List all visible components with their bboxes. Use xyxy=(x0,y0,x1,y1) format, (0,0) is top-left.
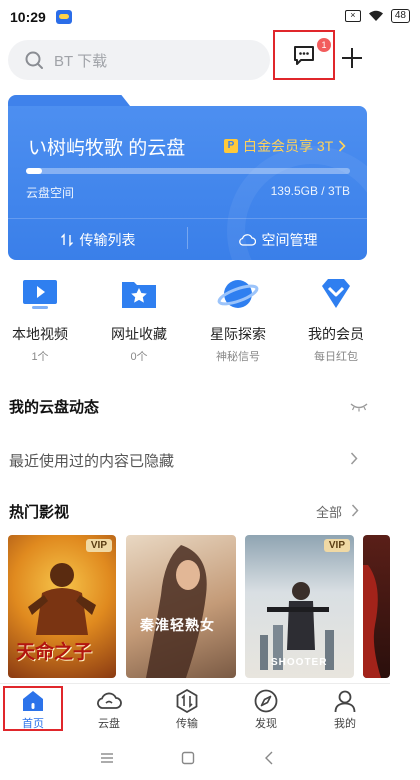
chevron-right-icon[interactable] xyxy=(351,504,359,517)
chevron-right-icon xyxy=(350,452,358,465)
quick-entry-label: 网址收藏 xyxy=(111,326,167,342)
hidden-content-row[interactable]: 最近使用过的内容已隐藏 xyxy=(0,438,370,478)
messages-button[interactable]: 1 xyxy=(273,30,335,80)
cloud-icon xyxy=(97,692,122,709)
add-button[interactable] xyxy=(340,46,364,70)
message-badge: 1 xyxy=(317,38,331,52)
nav-label: 我的 xyxy=(334,718,356,730)
see-all-link[interactable]: 全部 xyxy=(316,502,342,521)
menu-icon[interactable] xyxy=(100,751,114,765)
search-input[interactable]: BT 下载 xyxy=(8,40,270,80)
transfer-arrows-icon xyxy=(60,232,73,247)
movie-poster[interactable]: VIP 天命之子 xyxy=(8,535,116,678)
back-icon[interactable] xyxy=(264,751,274,765)
dynamics-title: 我的云盘动态 xyxy=(9,399,100,416)
space-used: 139.5GB / 3TB xyxy=(270,184,350,198)
cloud-outline-icon xyxy=(238,234,256,246)
space-manage-label: 空间管理 xyxy=(261,231,318,248)
space-usage-bar xyxy=(26,168,350,174)
bookmark-folder-icon xyxy=(122,282,156,308)
wifi-icon xyxy=(368,10,384,22)
status-indicators: × 48 xyxy=(344,9,410,23)
movie-poster[interactable]: VIP SHOOTER xyxy=(245,535,354,678)
hot-movies-title: 热门影视 xyxy=(9,504,70,521)
poster-title: 秦淮轻熟女 xyxy=(140,618,215,634)
search-icon xyxy=(25,51,43,69)
plus-icon xyxy=(342,48,362,68)
vip-promo-link[interactable]: P 白金会员享 3T xyxy=(224,136,346,156)
quick-entry-bookmarks[interactable]: 网址收藏 0个 xyxy=(99,272,179,364)
quick-entry-sub: 每日红包 xyxy=(314,351,358,363)
diamond-icon xyxy=(322,279,350,308)
transfer-list-label: 传输列表 xyxy=(79,231,136,248)
battery-icon: 48 xyxy=(390,9,410,23)
platinum-vip-icon: P xyxy=(224,139,238,153)
sim-off-icon: × xyxy=(344,10,361,22)
nav-transfer[interactable]: 传输 xyxy=(157,688,217,731)
home-square-icon[interactable] xyxy=(181,751,195,765)
search-placeholder: BT 下载 xyxy=(54,52,108,70)
message-icon xyxy=(294,46,314,65)
vip-promo-label: 白金会员享 3T xyxy=(243,138,334,154)
quick-entry-label: 本地视频 xyxy=(12,326,68,342)
system-navigation xyxy=(0,742,390,780)
app-notification-icon xyxy=(56,10,72,24)
chevron-right-icon xyxy=(339,140,346,152)
hidden-eye-icon[interactable] xyxy=(350,401,368,413)
transfer-icon xyxy=(176,688,198,714)
poster-title: 天命之子 xyxy=(16,641,93,663)
local-video-icon xyxy=(23,280,57,309)
status-time: 10:29 xyxy=(10,9,46,25)
nav-cloud[interactable]: 云盘 xyxy=(79,688,139,731)
quick-entry-label: 我的会员 xyxy=(308,326,364,342)
space-usage-fill xyxy=(26,168,43,174)
compass-icon xyxy=(254,689,278,713)
movie-poster[interactable] xyxy=(363,535,390,678)
poster-title: SHOOTER xyxy=(271,657,328,668)
hidden-content-text: 最近使用过的内容已隐藏 xyxy=(9,453,175,470)
vip-tag: VIP xyxy=(323,539,350,552)
planet-icon xyxy=(217,280,259,308)
quick-entry-explore[interactable]: 星际探索 神秘信号 xyxy=(198,272,278,364)
home-highlight-box xyxy=(3,686,63,731)
nav-label: 发现 xyxy=(255,718,277,730)
quick-entry-sub: 神秘信号 xyxy=(216,351,260,363)
nav-profile[interactable]: 我的 xyxy=(315,688,375,731)
quick-entry-sub: 1个 xyxy=(31,351,49,363)
nav-discover[interactable]: 发现 xyxy=(236,688,296,731)
nav-label: 云盘 xyxy=(98,718,120,730)
poster-figure xyxy=(146,545,207,678)
vip-tag: VIP xyxy=(85,539,112,552)
space-label: 云盘空间 xyxy=(26,186,75,200)
transfer-list-button[interactable]: 传输列表 xyxy=(8,219,187,260)
poster-figure xyxy=(363,565,381,678)
quick-entry-sub: 0个 xyxy=(130,351,148,363)
profile-icon xyxy=(334,690,356,713)
status-bar: 10:29 × 48 xyxy=(0,0,420,34)
cloud-space-card[interactable]: い树屿牧歌 的云盘 P 白金会员享 3T 云盘空间 139.5GB / 3TB … xyxy=(8,106,367,260)
cloud-title: い树屿牧歌 的云盘 xyxy=(28,138,186,159)
quick-entry-local-video[interactable]: 本地视频 1个 xyxy=(0,272,80,364)
quick-entry-label: 星际探索 xyxy=(210,326,266,342)
space-manage-button[interactable]: 空间管理 xyxy=(188,219,367,260)
movie-poster[interactable]: 秦淮轻熟女 xyxy=(126,535,236,678)
nav-label: 传输 xyxy=(176,718,198,730)
quick-entry-membership[interactable]: 我的会员 每日红包 xyxy=(296,272,376,364)
